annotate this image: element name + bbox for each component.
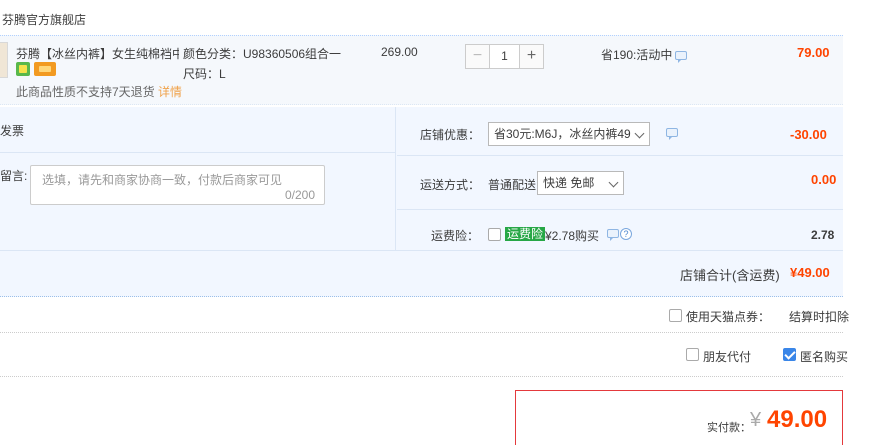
quantity-input[interactable]: 1 [490, 44, 519, 69]
shipping-label: 运送方式： [420, 178, 481, 192]
tmall-points-deduct: 结算时扣除 [789, 310, 850, 324]
shop-name[interactable]: 芬腾官方旗舰店 [2, 11, 86, 28]
shop-coupon-amount: -30.00 [790, 127, 827, 142]
insurance-price-text: ¥2.78购买 [545, 229, 600, 243]
divider [397, 155, 843, 156]
increase-quantity-button[interactable]: + [519, 44, 544, 69]
divider [0, 376, 843, 377]
item-thumbnail[interactable] [0, 42, 8, 78]
chat-icon[interactable] [607, 229, 619, 241]
return-notice-text: 此商品性质不支持7天退货 [16, 85, 155, 99]
friend-pay-label: 朋友代付 [703, 350, 752, 364]
insurance-checkbox[interactable] [488, 228, 501, 241]
unit-price: 269.00 [381, 45, 418, 59]
divider [0, 332, 843, 333]
invoice-label: 发票 [0, 124, 25, 138]
friend-pay-checkbox[interactable] [686, 348, 699, 361]
shipping-type: 普通配送 [488, 178, 537, 192]
help-icon[interactable]: ? [620, 228, 632, 240]
message-label: 留言: [0, 169, 28, 183]
chat-icon[interactable] [666, 128, 678, 140]
chevron-down-icon [634, 128, 645, 139]
sku-size: 尺码：L [183, 67, 226, 81]
divider [0, 152, 396, 153]
return-notice: 此商品性质不支持7天退货 详情 [16, 83, 182, 100]
sku-color: 颜色分类：U98360506组合一 [183, 47, 342, 61]
detail-link[interactable]: 详情 [158, 85, 182, 99]
shop-coupon-value: 省30元:M6J，冰丝内裤49 [494, 127, 631, 141]
chat-icon[interactable] [675, 51, 687, 63]
anonymous-checkbox[interactable] [783, 348, 796, 361]
tmall-points-checkbox[interactable] [669, 309, 682, 322]
shipping-value: 快递 免邮 [543, 176, 595, 190]
chevron-down-icon [608, 177, 619, 188]
promotion-text: 省190:活动中 [601, 48, 673, 62]
shipping-amount: 0.00 [811, 172, 837, 187]
insurance-label: 运费险： [431, 229, 480, 243]
message-placeholder: 选填，请先和商家协商一致，付款后商家可见 [42, 173, 283, 187]
shop-coupon-select[interactable]: 省30元:M6J，冰丝内裤49 [488, 122, 650, 146]
item-subtotal: 79.00 [797, 45, 830, 60]
payment-currency: ¥ [750, 409, 762, 431]
insurance-tag: 运费险 [505, 227, 546, 241]
message-char-count: 0/200 [285, 188, 316, 202]
insurance-amount: 2.78 [811, 228, 835, 242]
shop-total-label: 店铺合计(含运费) [680, 268, 780, 283]
payment-amount: 49.00 [767, 406, 828, 433]
decrease-quantity-button[interactable]: − [465, 44, 490, 69]
divider [397, 209, 843, 210]
item-title[interactable]: 芬腾【冰丝内裤】女生纯棉裆中... [16, 45, 179, 62]
anonymous-label: 匿名购买 [800, 350, 849, 364]
shop-coupon-label: 店铺优惠： [420, 128, 481, 142]
payment-label: 实付款： [707, 422, 751, 434]
shipping-select[interactable]: 快递 免邮 [537, 171, 624, 195]
quality-badge-icon[interactable] [16, 62, 30, 76]
card-payment-badge-icon[interactable] [34, 62, 56, 76]
shop-total-value: ¥49.00 [790, 265, 830, 280]
tmall-points-label: 使用天猫点券： [686, 310, 771, 324]
quantity-stepper: − 1 + [465, 44, 544, 69]
